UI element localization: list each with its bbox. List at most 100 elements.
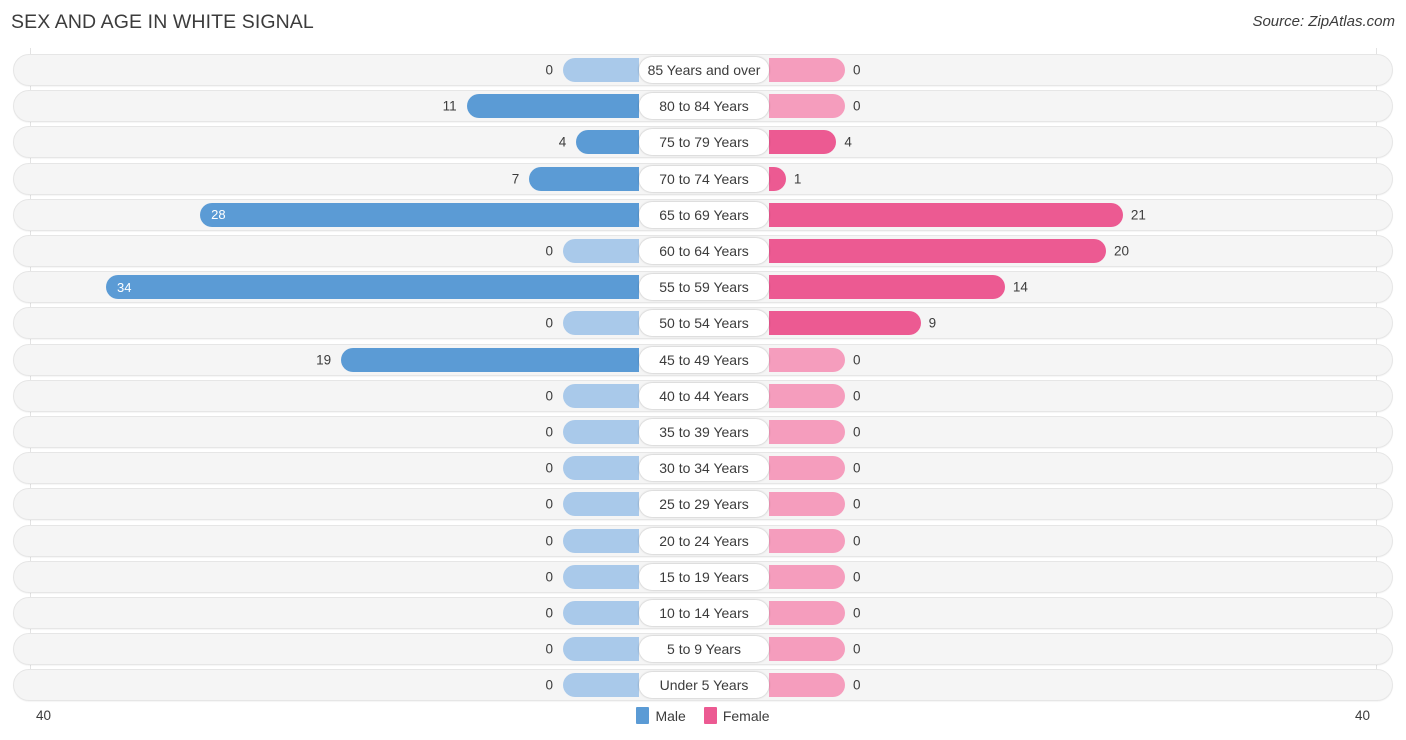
age-group-label: 30 to 34 Years	[639, 455, 769, 482]
bar-female[interactable]	[769, 239, 1106, 263]
bar-male[interactable]	[529, 166, 639, 191]
bar-female[interactable]	[769, 94, 845, 119]
bar-female[interactable]	[769, 420, 845, 444]
page-title: SEX AND AGE IN WHITE SIGNAL	[11, 11, 314, 33]
bar-male[interactable]	[563, 58, 639, 82]
bar-female[interactable]	[769, 383, 845, 408]
table-row: 0 0 35 to 39 Years	[13, 416, 1393, 448]
value-label-female: 0	[853, 388, 861, 404]
bar-male[interactable]	[563, 383, 639, 408]
bar-male[interactable]	[576, 130, 639, 155]
value-label-male: 28	[211, 207, 226, 223]
bar-female[interactable]	[769, 528, 845, 553]
age-group-label: 20 to 24 Years	[639, 527, 769, 554]
value-label-male: 7	[511, 171, 520, 187]
age-group-label: 10 to 14 Years	[639, 600, 769, 626]
bar-male[interactable]	[563, 601, 639, 625]
bar-female[interactable]	[769, 601, 845, 625]
bar-female[interactable]	[769, 58, 845, 82]
bar-male[interactable]	[563, 420, 639, 444]
age-group-label: 75 to 79 Years	[639, 129, 769, 156]
table-row: 0 0 30 to 34 Years	[13, 452, 1393, 485]
value-label-female: 0	[853, 569, 861, 585]
age-group-label: 55 to 59 Years	[639, 274, 769, 301]
value-label-female: 4	[844, 134, 852, 150]
legend-label-female: Female	[722, 707, 770, 724]
value-label-female: 0	[853, 62, 861, 78]
bar-female[interactable]	[769, 347, 845, 372]
bar-male[interactable]	[563, 637, 639, 662]
bar-female[interactable]	[769, 275, 1005, 300]
value-label-female: 0	[853, 533, 861, 549]
legend-swatch-male	[636, 707, 650, 724]
bar-female[interactable]	[769, 564, 845, 589]
table-row: 0 20 60 to 64 Years	[13, 235, 1393, 267]
age-group-label: 15 to 19 Years	[639, 563, 769, 590]
legend-item-male[interactable]: Male	[636, 707, 686, 724]
value-label-male: 11	[442, 98, 457, 114]
age-group-label: 5 to 9 Years	[639, 636, 769, 663]
bar-male[interactable]	[563, 492, 639, 517]
value-label-female: 20	[1114, 243, 1130, 259]
legend-item-female[interactable]: Female	[703, 707, 770, 724]
age-group-label: 70 to 74 Years	[639, 165, 769, 192]
bar-male[interactable]	[563, 564, 639, 589]
legend-swatch-female	[703, 707, 717, 724]
chart-header: SEX AND AGE IN WHITE SIGNAL Source: ZipA…	[0, 0, 1406, 46]
chart-legend: Male Female	[0, 707, 1406, 724]
bar-female[interactable]	[769, 202, 1123, 227]
bar-female[interactable]	[769, 166, 786, 191]
age-group-label: 45 to 49 Years	[639, 346, 769, 373]
table-row: 0 0 15 to 19 Years	[13, 560, 1393, 593]
value-label-male: 4	[558, 134, 567, 150]
value-label-male: 0	[545, 641, 553, 657]
bar-female[interactable]	[769, 492, 845, 517]
age-group-label: 25 to 29 Years	[639, 491, 769, 518]
value-label-male: 0	[545, 424, 553, 440]
table-row: 4 4 75 to 79 Years	[13, 126, 1393, 159]
age-group-label: 50 to 54 Years	[639, 310, 769, 337]
bar-female[interactable]	[769, 311, 921, 336]
age-group-label: 35 to 39 Years	[639, 419, 769, 445]
legend-label-male: Male	[655, 707, 686, 724]
bar-male[interactable]	[563, 239, 639, 263]
source-attribution: Source: ZipAtlas.com	[1252, 13, 1395, 30]
bar-male[interactable]	[563, 673, 639, 698]
table-row: 0 0 5 to 9 Years	[13, 633, 1393, 666]
table-row: 0 0 10 to 14 Years	[13, 597, 1393, 629]
value-label-female: 9	[928, 315, 937, 331]
bar-female[interactable]	[769, 637, 845, 662]
value-label-male: 0	[545, 677, 553, 693]
value-label-male: 0	[545, 569, 553, 585]
table-row: 21 28 65 to 69 Years	[13, 198, 1393, 231]
age-group-label: 80 to 84 Years	[639, 93, 769, 120]
bar-male[interactable]	[341, 347, 639, 372]
bar-male[interactable]	[466, 94, 639, 119]
bar-male[interactable]: 28	[200, 202, 639, 227]
age-group-label: 85 Years and over	[639, 57, 769, 83]
value-label-male: 0	[545, 496, 553, 512]
age-group-label: 65 to 69 Years	[639, 201, 769, 228]
bar-female[interactable]	[769, 130, 837, 155]
bar-female[interactable]	[769, 673, 845, 698]
value-label-female: 0	[853, 424, 861, 440]
bar-female[interactable]	[769, 456, 845, 481]
value-label-female: 0	[853, 677, 861, 693]
value-label-female: 0	[853, 460, 861, 476]
table-row: 11 0 80 to 84 Years	[13, 90, 1393, 123]
bar-male[interactable]	[563, 528, 639, 553]
value-label-male: 0	[545, 605, 553, 621]
table-row: 7 1 70 to 74 Years	[13, 162, 1393, 195]
table-row: 14 34 55 to 59 Years	[13, 271, 1393, 304]
table-row: 0 0 25 to 29 Years	[13, 488, 1393, 521]
value-label-male: 0	[545, 315, 553, 331]
population-pyramid-plot: 0 0 85 Years and over 11 0 80 to 84 Years 4 4 75…	[0, 48, 1406, 702]
value-label-female: 0	[853, 641, 861, 657]
bar-male[interactable]	[563, 456, 639, 481]
table-row: 0 9 50 to 54 Years	[13, 307, 1393, 340]
bar-male[interactable]	[563, 311, 639, 336]
bar-male[interactable]: 34	[106, 275, 639, 300]
table-row: 0 0 40 to 44 Years	[13, 379, 1393, 412]
table-row: 0 0 85 Years and over	[13, 54, 1393, 86]
value-label-male: 0	[545, 388, 553, 404]
